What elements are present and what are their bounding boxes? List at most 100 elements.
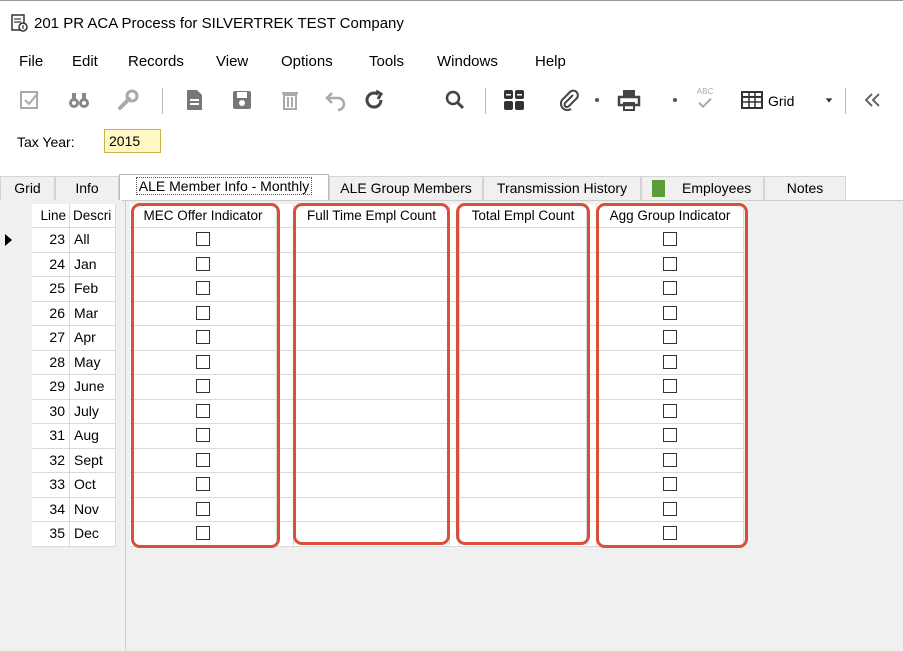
cell-total[interactable] [460,522,587,547]
cell-fte[interactable] [294,399,450,424]
cell-line[interactable]: 34 [32,497,70,522]
cell-line[interactable]: 26 [32,301,70,326]
cell-description[interactable]: Dec [70,522,116,547]
cell-agg[interactable] [597,228,744,253]
cell-total[interactable] [460,350,587,375]
mec-offer-checkbox[interactable] [195,526,210,540]
cell-agg[interactable] [597,375,744,400]
cell-mec[interactable] [130,375,277,400]
cell-mec[interactable] [130,522,277,547]
cell-description[interactable]: Nov [70,497,116,522]
cell-total[interactable] [460,399,587,424]
agg-group-checkbox[interactable] [662,403,677,418]
cell-description[interactable]: Jan [70,252,116,277]
cell-mec[interactable] [130,497,277,522]
cell-fte[interactable] [294,497,450,522]
cell-fte[interactable] [294,473,450,498]
cell-total[interactable] [460,301,587,326]
cell-fte[interactable] [294,228,450,253]
cell-total[interactable] [460,375,587,400]
column-header-fte[interactable]: Full Time Empl Count [294,204,450,228]
cell-description[interactable]: All [70,228,116,253]
mec-offer-checkbox[interactable] [195,403,210,418]
mec-offer-checkbox[interactable] [195,428,210,442]
cell-line[interactable]: 29 [32,375,70,400]
cell-mec[interactable] [130,424,277,449]
cell-agg[interactable] [597,473,744,498]
cell-agg[interactable] [597,448,744,473]
cell-mec[interactable] [130,399,277,424]
cell-mec[interactable] [130,301,277,326]
mec-offer-checkbox[interactable] [195,477,210,491]
cell-agg[interactable] [597,424,744,449]
cell-fte[interactable] [294,424,450,449]
cell-line[interactable]: 27 [32,326,70,351]
agg-group-checkbox[interactable] [662,330,677,344]
mec-offer-checkbox[interactable] [195,305,210,320]
cell-description[interactable]: Sept [70,448,116,473]
cell-agg[interactable] [597,301,744,326]
cell-total[interactable] [460,277,587,302]
cell-total[interactable] [460,326,587,351]
cell-line[interactable]: 25 [32,277,70,302]
cell-line[interactable]: 28 [32,350,70,375]
cell-total[interactable] [460,252,587,277]
cell-description[interactable]: June [70,375,116,400]
cell-fte[interactable] [294,277,450,302]
agg-group-checkbox[interactable] [662,501,677,516]
agg-group-checkbox[interactable] [662,305,677,320]
cell-mec[interactable] [130,326,277,351]
column-header-mec[interactable]: MEC Offer Indicator [130,204,277,228]
cell-agg[interactable] [597,277,744,302]
cell-description[interactable]: Mar [70,301,116,326]
mec-offer-checkbox[interactable] [195,256,210,271]
cell-description[interactable]: Aug [70,424,116,449]
cell-line[interactable]: 24 [32,252,70,277]
mec-offer-checkbox[interactable] [195,232,210,246]
mec-offer-checkbox[interactable] [195,379,210,393]
agg-group-checkbox[interactable] [662,232,677,246]
agg-group-checkbox[interactable] [662,281,677,295]
cell-fte[interactable] [294,375,450,400]
cell-line[interactable]: 35 [32,522,70,547]
cell-agg[interactable] [597,497,744,522]
cell-agg[interactable] [597,399,744,424]
mec-offer-checkbox[interactable] [195,501,210,516]
column-header-agg[interactable]: Agg Group Indicator [597,204,744,228]
cell-mec[interactable] [130,350,277,375]
cell-line[interactable]: 30 [32,399,70,424]
cell-agg[interactable] [597,350,744,375]
agg-group-checkbox[interactable] [662,354,677,369]
mec-offer-checkbox[interactable] [195,452,210,467]
cell-mec[interactable] [130,228,277,253]
cell-description[interactable]: July [70,399,116,424]
cell-total[interactable] [460,448,587,473]
cell-mec[interactable] [130,473,277,498]
cell-total[interactable] [460,424,587,449]
cell-agg[interactable] [597,252,744,277]
column-header-desc[interactable]: Descri [70,204,116,228]
cell-mec[interactable] [130,448,277,473]
cell-line[interactable]: 31 [32,424,70,449]
cell-description[interactable]: Oct [70,473,116,498]
agg-group-checkbox[interactable] [662,477,677,491]
cell-line[interactable]: 33 [32,473,70,498]
column-header-line[interactable]: Line [32,204,70,228]
cell-total[interactable] [460,497,587,522]
cell-fte[interactable] [294,252,450,277]
cell-mec[interactable] [130,252,277,277]
cell-fte[interactable] [294,326,450,351]
cell-description[interactable]: May [70,350,116,375]
mec-offer-checkbox[interactable] [195,281,210,295]
cell-fte[interactable] [294,301,450,326]
agg-group-checkbox[interactable] [662,452,677,467]
column-header-total[interactable]: Total Empl Count [460,204,587,228]
cell-fte[interactable] [294,448,450,473]
cell-description[interactable]: Apr [70,326,116,351]
agg-group-checkbox[interactable] [662,379,677,393]
agg-group-checkbox[interactable] [662,526,677,540]
cell-mec[interactable] [130,277,277,302]
cell-total[interactable] [460,228,587,253]
cell-fte[interactable] [294,522,450,547]
mec-offer-checkbox[interactable] [195,354,210,369]
